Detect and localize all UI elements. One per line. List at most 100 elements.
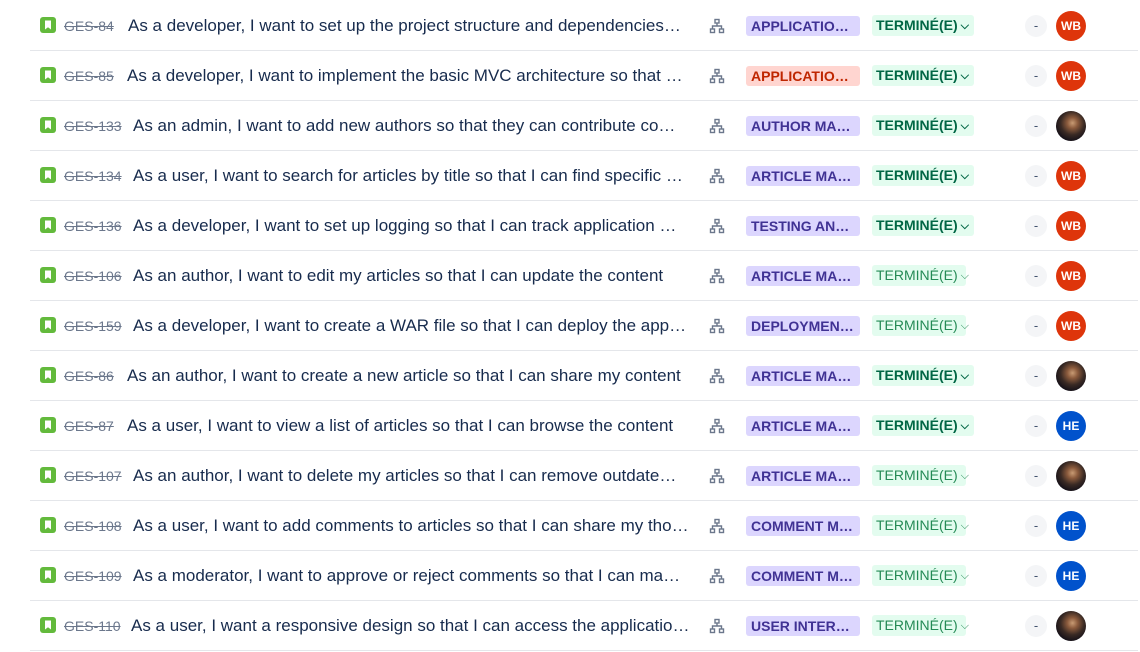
child-issues-icon[interactable] <box>709 168 725 184</box>
issue-key[interactable]: GES-85 <box>64 67 114 85</box>
issue-summary[interactable]: As an author, I want to create a new art… <box>127 365 693 387</box>
epic-lozenge[interactable]: USER INTERF… <box>746 616 860 636</box>
assignee-avatar[interactable] <box>1056 361 1086 391</box>
epic-lozenge[interactable]: ARTICLE MAN… <box>746 416 860 436</box>
status-dropdown[interactable]: TERMINÉ(E) ⌵ <box>872 465 969 486</box>
story-points-badge[interactable]: - <box>1025 315 1047 337</box>
story-points-badge[interactable]: - <box>1025 565 1047 587</box>
issue-row[interactable]: GES-107 As an author, I want to delete m… <box>30 451 1138 501</box>
story-points-badge[interactable]: - <box>1025 15 1047 37</box>
assignee-avatar[interactable] <box>1056 111 1086 141</box>
child-issues-icon[interactable] <box>709 118 725 134</box>
assignee-avatar[interactable] <box>1056 461 1086 491</box>
story-points-badge[interactable]: - <box>1025 65 1047 87</box>
issue-key[interactable]: GES-108 <box>64 517 122 535</box>
issue-row[interactable]: GES-108 As a user, I want to add comment… <box>30 501 1138 551</box>
issue-summary[interactable]: As a developer, I want to create a WAR f… <box>133 315 699 337</box>
story-points-badge[interactable]: - <box>1025 165 1047 187</box>
child-issues-icon[interactable] <box>709 518 725 534</box>
epic-lozenge[interactable]: TESTING AND… <box>746 216 860 236</box>
child-issues-icon[interactable] <box>709 568 725 584</box>
issue-summary[interactable]: As a user, I want a responsive design so… <box>131 615 697 637</box>
status-dropdown[interactable]: TERMINÉ(E) ⌵ <box>872 115 974 136</box>
issue-key[interactable]: GES-136 <box>64 217 122 235</box>
status-dropdown[interactable]: TERMINÉ(E) ⌵ <box>872 315 969 336</box>
issue-row[interactable]: GES-133 As an admin, I want to add new a… <box>30 101 1138 151</box>
assignee-avatar[interactable]: HE <box>1056 411 1086 441</box>
child-issues-icon[interactable] <box>709 618 725 634</box>
issue-row[interactable]: GES-134 As a user, I want to search for … <box>30 151 1138 201</box>
issue-summary[interactable]: As a moderator, I want to approve or rej… <box>133 565 699 587</box>
assignee-avatar[interactable]: WB <box>1056 61 1086 91</box>
epic-lozenge[interactable]: AUTHOR MA… <box>746 116 860 136</box>
issue-key[interactable]: GES-109 <box>64 567 122 585</box>
status-dropdown[interactable]: TERMINÉ(E) ⌵ <box>872 165 974 186</box>
epic-lozenge[interactable]: COMMENT M… <box>746 566 860 586</box>
issue-row[interactable]: GES-106 As an author, I want to edit my … <box>30 251 1138 301</box>
issue-summary[interactable]: As a developer, I want to set up logging… <box>133 215 699 237</box>
child-issues-icon[interactable] <box>709 418 725 434</box>
story-points-badge[interactable]: - <box>1025 615 1047 637</box>
issue-key[interactable]: GES-134 <box>64 167 122 185</box>
epic-lozenge[interactable]: COMMENT M… <box>746 516 860 536</box>
assignee-avatar[interactable] <box>1056 611 1086 641</box>
issue-summary[interactable]: As a user, I want to view a list of arti… <box>127 415 693 437</box>
child-issues-icon[interactable] <box>709 18 725 34</box>
assignee-avatar[interactable]: WB <box>1056 261 1086 291</box>
issue-row[interactable]: GES-109 As a moderator, I want to approv… <box>30 551 1138 601</box>
child-issues-icon[interactable] <box>709 368 725 384</box>
epic-lozenge[interactable]: ARTICLE MAN… <box>746 366 860 386</box>
status-dropdown[interactable]: TERMINÉ(E) ⌵ <box>872 265 969 286</box>
issue-summary[interactable]: As a user, I want to add comments to art… <box>133 515 699 537</box>
assignee-avatar[interactable]: HE <box>1056 511 1086 541</box>
assignee-avatar[interactable]: WB <box>1056 211 1086 241</box>
issue-summary[interactable]: As a user, I want to search for articles… <box>133 165 699 187</box>
issue-summary[interactable]: As a developer, I want to implement the … <box>127 65 693 87</box>
epic-lozenge[interactable]: ARTICLE MAN… <box>746 266 860 286</box>
issue-row[interactable]: GES-110 As a user, I want a responsive d… <box>30 601 1138 651</box>
status-dropdown[interactable]: TERMINÉ(E) ⌵ <box>872 515 969 536</box>
story-points-badge[interactable]: - <box>1025 415 1047 437</box>
epic-lozenge[interactable]: ARTICLE MAN… <box>746 166 860 186</box>
issue-row[interactable]: GES-84 As a developer, I want to set up … <box>30 1 1138 51</box>
issue-key[interactable]: GES-159 <box>64 317 122 335</box>
epic-lozenge[interactable]: APPLICATION… <box>746 16 860 36</box>
story-points-badge[interactable]: - <box>1025 115 1047 137</box>
story-points-badge[interactable]: - <box>1025 365 1047 387</box>
status-dropdown[interactable]: TERMINÉ(E) ⌵ <box>872 365 974 386</box>
child-issues-icon[interactable] <box>709 218 725 234</box>
assignee-avatar[interactable]: WB <box>1056 161 1086 191</box>
issue-key[interactable]: GES-133 <box>64 117 122 135</box>
issue-row[interactable]: GES-87 As a user, I want to view a list … <box>30 401 1138 451</box>
child-issues-icon[interactable] <box>709 318 725 334</box>
epic-lozenge[interactable]: DEPLOYMENT… <box>746 316 860 336</box>
status-dropdown[interactable]: TERMINÉ(E) ⌵ <box>872 415 974 436</box>
status-dropdown[interactable]: TERMINÉ(E) ⌵ <box>872 15 974 36</box>
assignee-avatar[interactable]: WB <box>1056 11 1086 41</box>
issue-row[interactable]: GES-86 As an author, I want to create a … <box>30 351 1138 401</box>
issue-row[interactable]: GES-136 As a developer, I want to set up… <box>30 201 1138 251</box>
issue-summary[interactable]: As an author, I want to delete my articl… <box>133 465 699 487</box>
issue-key[interactable]: GES-106 <box>64 267 122 285</box>
child-issues-icon[interactable] <box>709 268 725 284</box>
issue-key[interactable]: GES-87 <box>64 417 114 435</box>
issue-summary[interactable]: As an author, I want to edit my articles… <box>133 265 699 287</box>
issue-key[interactable]: GES-107 <box>64 467 122 485</box>
issue-summary[interactable]: As an admin, I want to add new authors s… <box>133 115 699 137</box>
epic-lozenge[interactable]: ARTICLE MAN… <box>746 466 860 486</box>
issue-key[interactable]: GES-84 <box>64 17 114 35</box>
status-dropdown[interactable]: TERMINÉ(E) ⌵ <box>872 615 969 636</box>
story-points-badge[interactable]: - <box>1025 465 1047 487</box>
story-points-badge[interactable]: - <box>1025 215 1047 237</box>
story-points-badge[interactable]: - <box>1025 265 1047 287</box>
story-points-badge[interactable]: - <box>1025 515 1047 537</box>
child-issues-icon[interactable] <box>709 68 725 84</box>
issue-key[interactable]: GES-110 <box>64 617 121 635</box>
epic-lozenge[interactable]: APPLICATION… <box>746 66 860 86</box>
status-dropdown[interactable]: TERMINÉ(E) ⌵ <box>872 215 974 236</box>
assignee-avatar[interactable]: HE <box>1056 561 1086 591</box>
status-dropdown[interactable]: TERMINÉ(E) ⌵ <box>872 65 974 86</box>
issue-key[interactable]: GES-86 <box>64 367 114 385</box>
status-dropdown[interactable]: TERMINÉ(E) ⌵ <box>872 565 969 586</box>
issue-row[interactable]: GES-85 As a developer, I want to impleme… <box>30 51 1138 101</box>
